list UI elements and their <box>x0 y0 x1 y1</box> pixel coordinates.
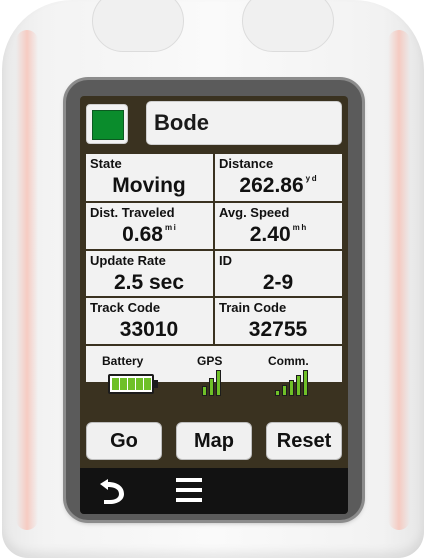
field-avg-speed[interactable]: Avg. Speed 2.40 m h <box>215 203 341 251</box>
color-swatch-button[interactable] <box>86 104 128 144</box>
back-arrow-icon[interactable] <box>94 476 130 506</box>
data-fields-grid: State Moving Distance 262.86 y d Dist. Tr… <box>86 154 342 396</box>
battery-segment <box>112 378 119 390</box>
signal-bar <box>282 385 287 396</box>
field-value: 2-9 <box>262 271 294 294</box>
menu-line <box>176 498 202 502</box>
field-value: 2.40 m h <box>249 223 307 246</box>
dog-name-field[interactable]: Bode <box>146 101 342 145</box>
signal-bar <box>289 380 294 396</box>
field-label: Track Code <box>90 300 161 315</box>
battery-icon <box>108 374 158 394</box>
field-id[interactable]: ID 2-9 <box>215 251 341 299</box>
field-label: Update Rate <box>90 253 166 268</box>
signal-bar <box>202 386 207 396</box>
comm-signal-icon <box>275 368 315 396</box>
field-value: 0.68 m i <box>122 223 176 246</box>
color-swatch-fill <box>92 110 124 140</box>
field-train-code[interactable]: Train Code 32755 <box>215 298 341 346</box>
device-top-button-left <box>92 0 184 52</box>
field-value: 262.86 y d <box>239 174 317 197</box>
field-unit: m i <box>164 223 176 232</box>
device-rim-left <box>16 30 38 530</box>
field-label: State <box>90 156 122 171</box>
menu-line <box>176 488 202 492</box>
signal-bar <box>296 375 301 396</box>
reset-button[interactable]: Reset <box>266 422 342 460</box>
field-value: 2.5 sec <box>113 271 185 294</box>
field-distance[interactable]: Distance 262.86 y d <box>215 154 341 202</box>
field-label: Dist. Traveled <box>90 205 175 220</box>
battery-label: Battery <box>102 354 144 368</box>
gps-label: GPS <box>197 354 223 368</box>
gps-signal-icon <box>202 368 226 396</box>
signal-bar <box>216 370 221 396</box>
field-value: 32755 <box>248 318 308 341</box>
comm-label: Comm. <box>268 354 309 368</box>
field-unit: m h <box>292 223 307 232</box>
battery-segment <box>120 378 127 390</box>
device-rim-right <box>388 30 410 530</box>
field-label: Train Code <box>219 300 287 315</box>
field-unit: y d <box>305 174 317 183</box>
field-state[interactable]: State Moving <box>86 154 212 202</box>
field-dist-traveled[interactable]: Dist. Traveled 0.68 m i <box>86 203 212 251</box>
field-update-rate[interactable]: Update Rate 2.5 sec <box>86 251 212 299</box>
battery-segment <box>136 378 143 390</box>
device-screen: Bode State Moving Distance 262.86 y d Dis… <box>80 96 348 514</box>
battery-segment <box>128 378 135 390</box>
go-button[interactable]: Go <box>86 422 162 460</box>
menu-line <box>176 478 202 482</box>
device-top-button-right <box>242 0 334 52</box>
bottom-nav-bar <box>80 468 348 514</box>
signal-bar <box>303 370 308 396</box>
field-label: Distance <box>219 156 274 171</box>
field-label: ID <box>219 253 232 268</box>
signal-bar <box>275 390 280 396</box>
field-track-code[interactable]: Track Code 33010 <box>86 298 212 346</box>
map-button[interactable]: Map <box>176 422 252 460</box>
field-value: 33010 <box>119 318 179 341</box>
hamburger-menu-icon[interactable] <box>176 478 202 502</box>
battery-segment <box>144 378 151 390</box>
signal-bar <box>209 378 214 396</box>
field-label: Avg. Speed <box>219 205 290 220</box>
field-value: Moving <box>112 174 186 197</box>
